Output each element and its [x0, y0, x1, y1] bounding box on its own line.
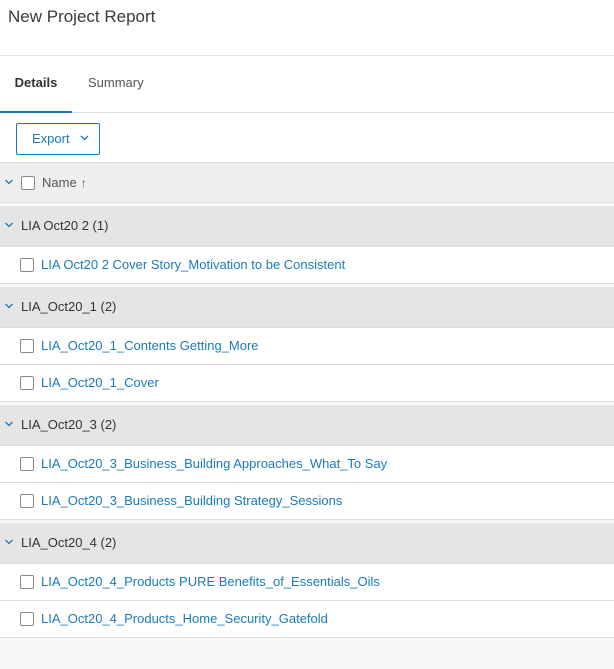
group-label: LIA_Oct20_4 (2) — [21, 535, 117, 550]
tab-bar: Details Summary — [0, 56, 614, 114]
tab-summary[interactable]: Summary — [88, 56, 158, 113]
page-header: New Project Report — [0, 0, 614, 56]
chevron-down-icon — [80, 135, 89, 141]
group-label: LIA Oct20 2 (1) — [21, 218, 109, 233]
list-item: LIA_Oct20_3_Business_Building Strategy_S… — [0, 483, 614, 520]
row-checkbox[interactable] — [20, 258, 34, 272]
row-checkbox[interactable] — [20, 612, 34, 626]
row-checkbox[interactable] — [20, 376, 34, 390]
table-header-row: Name ↑ — [0, 162, 614, 203]
name-column-label: Name — [42, 175, 77, 190]
item-link[interactable]: LIA_Oct20_4_Products PURE Benefits_of_Es… — [41, 564, 380, 600]
chevron-down-icon[interactable] — [4, 221, 14, 229]
chevron-down-icon[interactable] — [4, 538, 14, 546]
list-item: LIA_Oct20_4_Products_Home_Security_Gatef… — [0, 601, 614, 638]
item-link[interactable]: LIA_Oct20_4_Products_Home_Security_Gatef… — [41, 601, 328, 637]
list-item: LIA_Oct20_3_Business_Building Approaches… — [0, 446, 614, 483]
group-row[interactable]: LIA_Oct20_1 (2) — [0, 287, 614, 328]
group-row[interactable]: LIA Oct20 2 (1) — [0, 206, 614, 247]
row-checkbox[interactable] — [20, 457, 34, 471]
list-item: LIA Oct20 2 Cover Story_Motivation to be… — [0, 247, 614, 284]
row-checkbox[interactable] — [20, 339, 34, 353]
chevron-down-icon[interactable] — [4, 420, 14, 428]
page-title: New Project Report — [8, 7, 156, 26]
list-item: LIA_Oct20_4_Products PURE Benefits_of_Es… — [0, 564, 614, 601]
export-button[interactable]: Export — [16, 123, 100, 155]
select-all-checkbox[interactable] — [21, 176, 35, 190]
export-button-label: Export — [32, 131, 70, 146]
row-checkbox[interactable] — [20, 575, 34, 589]
group-row[interactable]: LIA_Oct20_4 (2) — [0, 523, 614, 564]
group-label: LIA_Oct20_1 (2) — [21, 299, 117, 314]
item-link[interactable]: LIA Oct20 2 Cover Story_Motivation to be… — [41, 247, 345, 283]
row-checkbox[interactable] — [20, 494, 34, 508]
sort-ascending-icon: ↑ — [80, 176, 87, 190]
item-link[interactable]: LIA_Oct20_3_Business_Building Strategy_S… — [41, 483, 342, 519]
group-row[interactable]: LIA_Oct20_3 (2) — [0, 405, 614, 446]
collapse-all-icon[interactable] — [4, 178, 14, 186]
chevron-down-icon[interactable] — [4, 302, 14, 310]
tab-details[interactable]: Details — [0, 56, 72, 114]
item-link[interactable]: LIA_Oct20_1_Contents Getting_More — [41, 328, 259, 364]
name-column-header[interactable]: Name ↑ — [42, 163, 87, 203]
list-item: LIA_Oct20_1_Contents Getting_More — [0, 328, 614, 365]
item-link[interactable]: LIA_Oct20_1_Cover — [41, 365, 159, 401]
list-item: LIA_Oct20_1_Cover — [0, 365, 614, 402]
group-label: LIA_Oct20_3 (2) — [21, 417, 117, 432]
toolbar: Export — [0, 113, 614, 162]
item-link[interactable]: LIA_Oct20_3_Business_Building Approaches… — [41, 446, 387, 482]
report-list: Name ↑ LIA Oct20 2 (1) LIA Oct20 2 Cover S… — [0, 162, 614, 638]
